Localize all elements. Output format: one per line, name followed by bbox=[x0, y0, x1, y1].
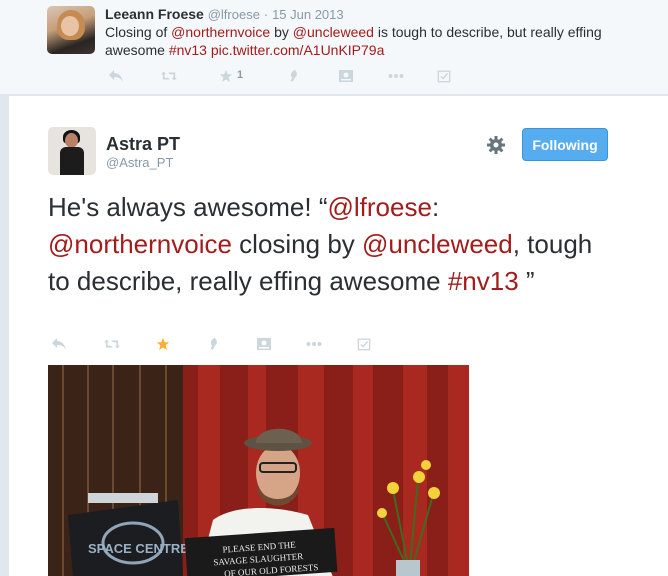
parent-tweet-fullname[interactable]: Leeann Froese bbox=[105, 6, 204, 22]
parent-tweet[interactable]: Leeann Froese @lfroese · 15 Jun 2013 Clo… bbox=[0, 0, 668, 95]
main-tweet-avatar[interactable] bbox=[48, 127, 96, 175]
vine-icon[interactable] bbox=[203, 336, 225, 352]
tweet-text-segment: closing by bbox=[231, 229, 363, 259]
more-icon[interactable] bbox=[385, 68, 407, 84]
main-tweet-actions bbox=[48, 336, 388, 352]
main-tweet-username[interactable]: @Astra_PT bbox=[106, 155, 173, 170]
gear-icon[interactable] bbox=[485, 134, 507, 156]
favorite-count: 1 bbox=[237, 69, 244, 81]
tweet-link[interactable]: @northernvoice bbox=[171, 24, 270, 40]
tweet-text-segment: by bbox=[270, 24, 293, 40]
media-icon[interactable] bbox=[253, 336, 275, 352]
tweet-text-segment: ” bbox=[518, 266, 535, 296]
tweet-link[interactable]: @northernvoice bbox=[48, 229, 232, 259]
podium-text: SPACE CENTRE bbox=[88, 541, 189, 556]
tweet-link[interactable]: pic.twitter.com/A1UnKIP79a bbox=[211, 42, 385, 58]
parent-tweet-text: Closing of @northernvoice by @uncleweed … bbox=[105, 23, 625, 59]
tweet-link[interactable]: @uncleweed bbox=[293, 24, 374, 40]
parent-tweet-separator: · bbox=[263, 7, 269, 22]
retweet-icon[interactable] bbox=[101, 336, 123, 352]
following-button[interactable]: Following bbox=[522, 128, 608, 161]
tweet-link[interactable]: #nv13 bbox=[169, 42, 207, 58]
parent-tweet-avatar[interactable] bbox=[47, 6, 95, 54]
favorite-icon[interactable] bbox=[215, 68, 237, 84]
tweet-text-segment: Closing of bbox=[105, 24, 172, 40]
media-icon[interactable] bbox=[335, 68, 357, 84]
parent-tweet-actions: 1 bbox=[105, 68, 465, 84]
more-icon[interactable] bbox=[303, 336, 325, 352]
tweet-link[interactable]: #nv13 bbox=[448, 266, 519, 296]
main-tweet: Astra PT @Astra_PT Following He's always… bbox=[8, 96, 668, 576]
vine-icon[interactable] bbox=[283, 68, 305, 84]
reply-icon[interactable] bbox=[105, 68, 127, 84]
reply-icon[interactable] bbox=[48, 336, 70, 352]
check-icon[interactable] bbox=[353, 336, 375, 352]
parent-tweet-username[interactable]: @lfroese bbox=[208, 7, 260, 22]
main-tweet-text: He's always awesome! “@lfroese: @norther… bbox=[48, 189, 608, 300]
tweet-link[interactable]: @uncleweed bbox=[362, 229, 513, 259]
main-tweet-fullname[interactable]: Astra PT bbox=[106, 134, 180, 155]
tweet-text-segment: : bbox=[431, 192, 440, 222]
favorite-icon-active[interactable] bbox=[152, 336, 174, 352]
tweet-link[interactable]: @lfroese bbox=[328, 192, 432, 222]
retweet-icon[interactable] bbox=[158, 68, 180, 84]
check-icon[interactable] bbox=[433, 68, 455, 84]
tweet-photo[interactable]: SPACE CENTRE PLEASE END THE SAVAGE SLAUG… bbox=[48, 365, 469, 576]
parent-tweet-time[interactable]: 15 Jun 2013 bbox=[272, 7, 344, 22]
tweet-text-segment: He's always awesome! “ bbox=[48, 192, 328, 222]
parent-tweet-header: Leeann Froese @lfroese · 15 Jun 2013 bbox=[105, 6, 344, 22]
